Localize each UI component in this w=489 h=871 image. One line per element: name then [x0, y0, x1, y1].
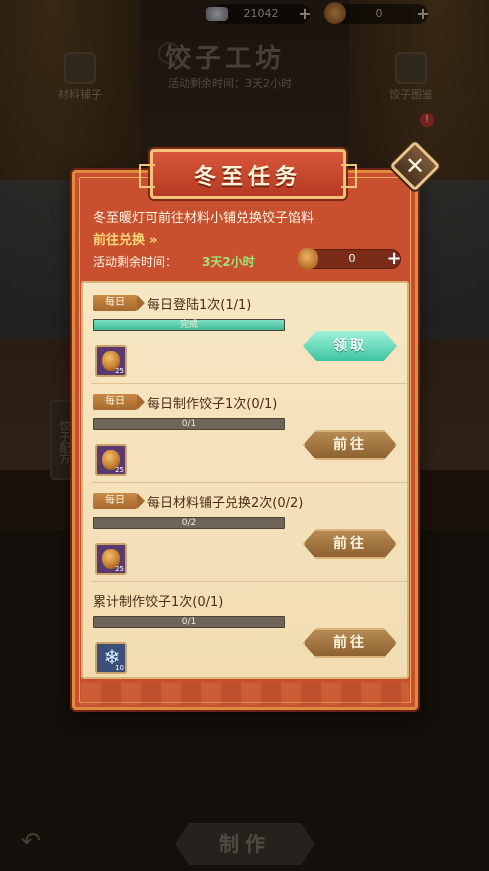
task-row: 累计制作饺子1次(0/1) 0/1 ❄ 10 前往	[91, 581, 407, 680]
progress-text: 0/1	[181, 419, 197, 429]
progress-text: 0/2	[181, 518, 197, 528]
goto-exchange-link[interactable]: 前往兑换»	[93, 229, 157, 248]
task-progress-bar: 完成	[93, 319, 285, 331]
task-list: 每日 每日登陆1次(1/1) 完成 25 领取 每日 每日制作饺子1次(0/1) 0/1 25 前…	[81, 281, 409, 679]
go-button[interactable]: 前往	[303, 628, 397, 658]
task-description: 每日登陆1次(1/1)	[147, 298, 252, 313]
task-description: 每日材料铺子兑换2次(0/2)	[147, 496, 304, 511]
task-progress-bar: 0/1	[93, 616, 285, 628]
lantern-count: 0	[348, 252, 356, 265]
go-button[interactable]: 前往	[303, 529, 397, 559]
winter-solstice-task-dialog: 冬至任务 ✕ 冬至暖灯可前往材料小铺兑换饺子馅料 前往兑换» 活动剩余时间： 3…	[72, 140, 441, 710]
event-description: 冬至暖灯可前往材料小铺兑换饺子馅料	[93, 211, 315, 226]
task-progress-bar: 0/1	[93, 418, 285, 430]
daily-tag: 每日	[93, 295, 145, 311]
lantern-icon	[298, 248, 318, 270]
double-chevron-icon: »	[149, 233, 158, 248]
remaining-time-label: 活动剩余时间：	[93, 255, 178, 269]
reward-item[interactable]: 25	[95, 543, 127, 575]
task-description: 每日制作饺子1次(0/1)	[147, 397, 278, 412]
daily-tag: 每日	[93, 394, 145, 410]
title-plate: 冬至任务	[139, 149, 357, 199]
close-icon: ✕	[404, 152, 426, 180]
claim-button[interactable]: 领取	[303, 331, 397, 361]
add-lantern-button[interactable]: +	[384, 249, 404, 269]
task-row: 每日 每日制作饺子1次(0/1) 0/1 25 前往	[91, 383, 407, 482]
reward-item[interactable]: 25	[95, 345, 127, 377]
dialog-title: 冬至任务	[193, 164, 302, 190]
go-button[interactable]: 前往	[303, 430, 397, 460]
reward-quantity: 25	[115, 466, 124, 474]
reward-quantity: 25	[115, 565, 124, 573]
task-row: 每日 每日材料铺子兑换2次(0/2) 0/2 25 前往	[91, 482, 407, 581]
task-row: 每日 每日登陆1次(1/1) 完成 25 领取	[91, 287, 407, 383]
progress-text: 0/1	[181, 617, 197, 627]
snowflake-icon: ❄	[103, 645, 121, 669]
task-progress-bar: 0/2	[93, 517, 285, 529]
remaining-time-value: 3天2小时	[202, 255, 255, 269]
bottom-decoration	[81, 683, 409, 705]
reward-quantity: 25	[115, 367, 124, 375]
reward-item[interactable]: 25	[95, 444, 127, 476]
reward-item[interactable]: ❄ 10	[95, 642, 127, 674]
reward-quantity: 10	[115, 664, 124, 672]
task-description: 累计制作饺子1次(0/1)	[93, 595, 224, 610]
lantern-counter: 0 +	[298, 248, 404, 270]
progress-text: 完成	[179, 320, 198, 330]
daily-tag: 每日	[93, 493, 145, 509]
